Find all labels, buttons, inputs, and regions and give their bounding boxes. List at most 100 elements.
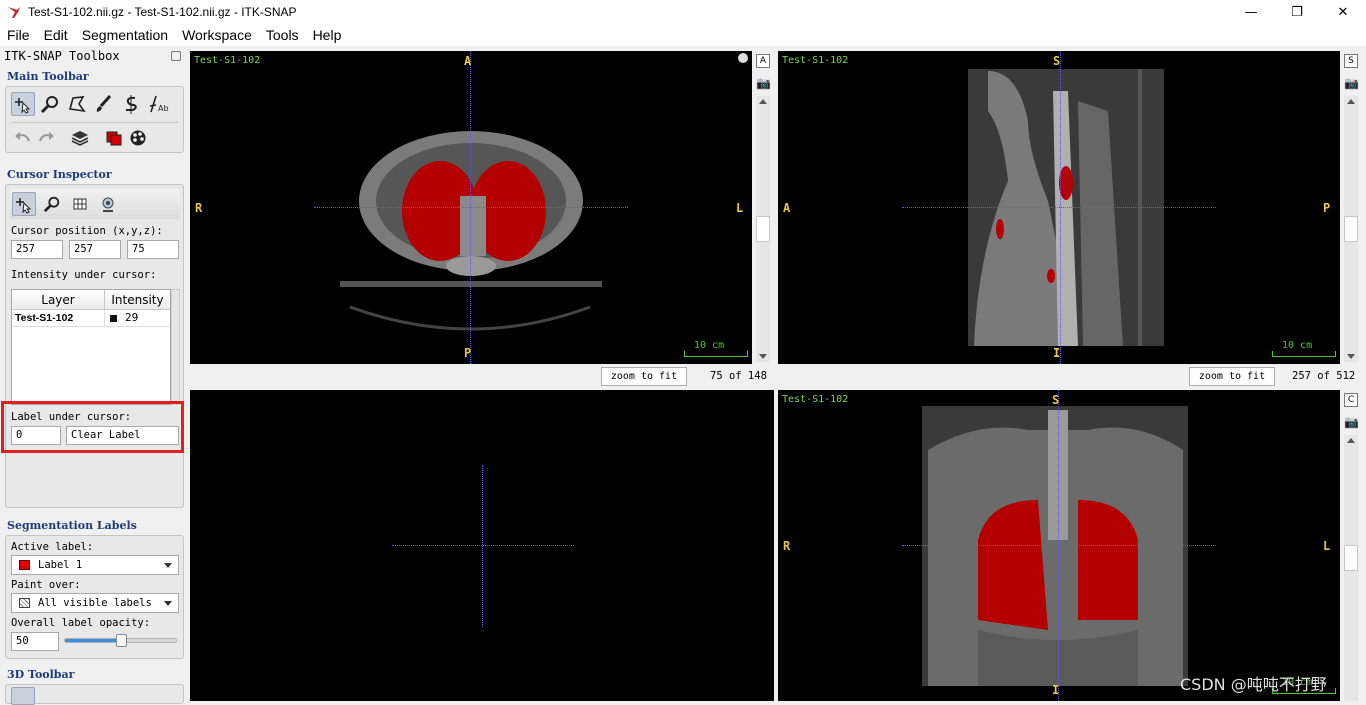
intensity-swatch-icon [110,315,117,322]
sagittal-camera-icon[interactable]: 📷 [1344,76,1359,90]
coronal-view[interactable]: Test-S1-102 S I R L 10 cm [778,390,1340,701]
menu-file[interactable]: File [0,24,37,46]
3d-crosshair-icon[interactable] [11,687,35,705]
axial-bottom-bar: zoom to fit 75 of 148 [190,364,774,388]
axial-camera-icon[interactable]: 📷 [756,76,771,90]
axial-side-strip: A 📷 [752,51,774,364]
inspector-zoom-icon[interactable] [40,192,64,216]
crosshair-vertical [470,51,471,364]
axial-left-label: R [195,201,203,215]
menu-edit[interactable]: Edit [37,24,75,46]
table-header-layer: Layer [41,293,75,307]
label-color-swatch-icon [19,560,30,570]
title-bar: Test-S1-102.nii.gz - Test-S1-102.nii.gz … [0,0,1366,24]
axial-bottom-label: P [464,346,472,360]
menu-tools[interactable]: Tools [259,24,306,46]
paint-over-select[interactable]: All visible labels [11,593,179,613]
crosshair-vertical [1058,390,1059,701]
opacity-slider-track[interactable] [64,634,177,647]
3d-view[interactable] [190,390,774,701]
cursor-inspector-title: Cursor Inspector [7,168,112,181]
sagittal-top-label: S [1053,54,1061,68]
cursor-inspector-panel: Cursor position (x,y,z): 257 257 75 Inte… [1,184,184,508]
active-label-select[interactable]: Label 1 [11,555,179,575]
inspector-grid-icon[interactable] [68,192,92,216]
segmentation-labels-title: Segmentation Labels [7,519,137,532]
close-button[interactable]: ✕ [1320,0,1366,24]
axial-view[interactable]: Test-S1-102 A P R L 10 cm [190,51,752,364]
sagittal-layer-name: Test-S1-102 [782,55,849,66]
cursor-position-label: Cursor position (x,y,z): [11,225,163,237]
axial-zoom-to-fit-button[interactable]: zoom to fit [601,367,687,386]
polygon-tool-icon[interactable] [65,92,89,116]
sagittal-scroll-thumb[interactable] [1344,216,1358,242]
menu-bar: File Edit Segmentation Workspace Tools H… [0,24,1366,46]
3d-spray-icon[interactable] [65,687,89,705]
3d-brush-icon[interactable] [92,687,116,705]
opacity-field[interactable]: 50 [11,632,59,651]
annotation-tool-icon[interactable]: Ab [146,92,170,116]
label-under-cursor-caption: Label under cursor: [11,411,132,423]
table-row[interactable]: Test-S1-102 29 [12,310,170,327]
table-scrollbar[interactable] [171,289,180,405]
crosshair-horizontal [902,207,1216,208]
redo-icon[interactable] [34,126,58,150]
axial-slice-scrollbar[interactable] [756,96,770,362]
toolbox-title: ITK-SNAP Toolbox [4,49,120,63]
active-label-value: Label 1 [38,559,83,571]
inspector-crosshair-icon[interactable] [12,192,36,216]
opacity-slider-handle[interactable] [115,634,127,647]
sagittal-view[interactable]: Test-S1-102 S I A P 10 cm [778,51,1340,364]
cursor-z-field[interactable]: 75 [127,240,179,259]
opacity-caption: Overall label opacity: [11,617,151,629]
view-options-icon[interactable] [738,53,748,63]
coronal-slice-scrollbar[interactable] [1344,435,1358,701]
axial-slice-number: 75 of 148 [710,370,767,382]
axial-scroll-thumb[interactable] [756,216,770,242]
coronal-side-strip: C 📷 [1340,390,1362,701]
toolbar-3d-title: 3D Toolbar [7,668,75,681]
all-labels-pattern-icon [19,598,30,608]
menu-workspace[interactable]: Workspace [175,24,259,46]
axial-right-label: L [736,201,744,215]
table-header-intensity: Intensity [111,293,164,307]
label-editor-icon[interactable] [102,126,126,150]
snake-tool-icon[interactable] [119,92,143,116]
axial-layout-button[interactable]: A [756,54,770,68]
layers-icon[interactable] [68,126,92,150]
sagittal-zoom-to-fit-button[interactable]: zoom to fit [1189,367,1275,386]
crosshair-tool-icon[interactable] [11,92,35,116]
3d-scalpel-icon[interactable] [38,687,62,705]
label-id-field[interactable]: 0 [11,426,61,445]
paintbrush-tool-icon[interactable] [92,92,116,116]
menu-help[interactable]: Help [306,24,349,46]
inspector-sync-icon[interactable] [96,192,120,216]
intensity-label: Intensity under cursor: [11,269,157,281]
maximize-button[interactable]: ❐ [1274,0,1320,24]
minimize-button[interactable]: — [1228,0,1274,24]
label-name-field[interactable]: Clear Label [66,426,179,445]
zoom-tool-icon[interactable] [38,92,62,116]
svg-text:Ab: Ab [158,104,169,113]
sagittal-layout-button[interactable]: S [1344,54,1358,68]
undock-icon[interactable] [171,51,181,61]
coronal-camera-icon[interactable]: 📷 [1344,415,1359,429]
sagittal-slice-scrollbar[interactable] [1344,96,1358,362]
paint-over-caption: Paint over: [11,579,81,591]
coronal-bottom-label: I [1052,683,1060,697]
coronal-layout-button[interactable]: C [1344,393,1358,407]
color-palette-icon[interactable] [126,126,150,150]
intensity-table: Layer Intensity Test-S1-102 29 [11,289,171,405]
undo-icon[interactable] [11,126,35,150]
chevron-down-icon [164,601,172,606]
menu-segmentation[interactable]: Segmentation [75,24,175,46]
main-toolbar-title: Main Toolbar [7,70,89,83]
segmentation-labels-panel: Active label: Label 1 Paint over: All vi… [5,535,184,659]
coronal-scroll-thumb[interactable] [1344,545,1358,571]
cursor-y-field[interactable]: 257 [69,240,121,259]
crosshair-horizontal [314,207,628,208]
axial-layer-name: Test-S1-102 [194,55,261,66]
sagittal-scale-bar [1272,351,1336,357]
crosshair-vertical [1060,51,1061,364]
cursor-x-field[interactable]: 257 [11,240,63,259]
